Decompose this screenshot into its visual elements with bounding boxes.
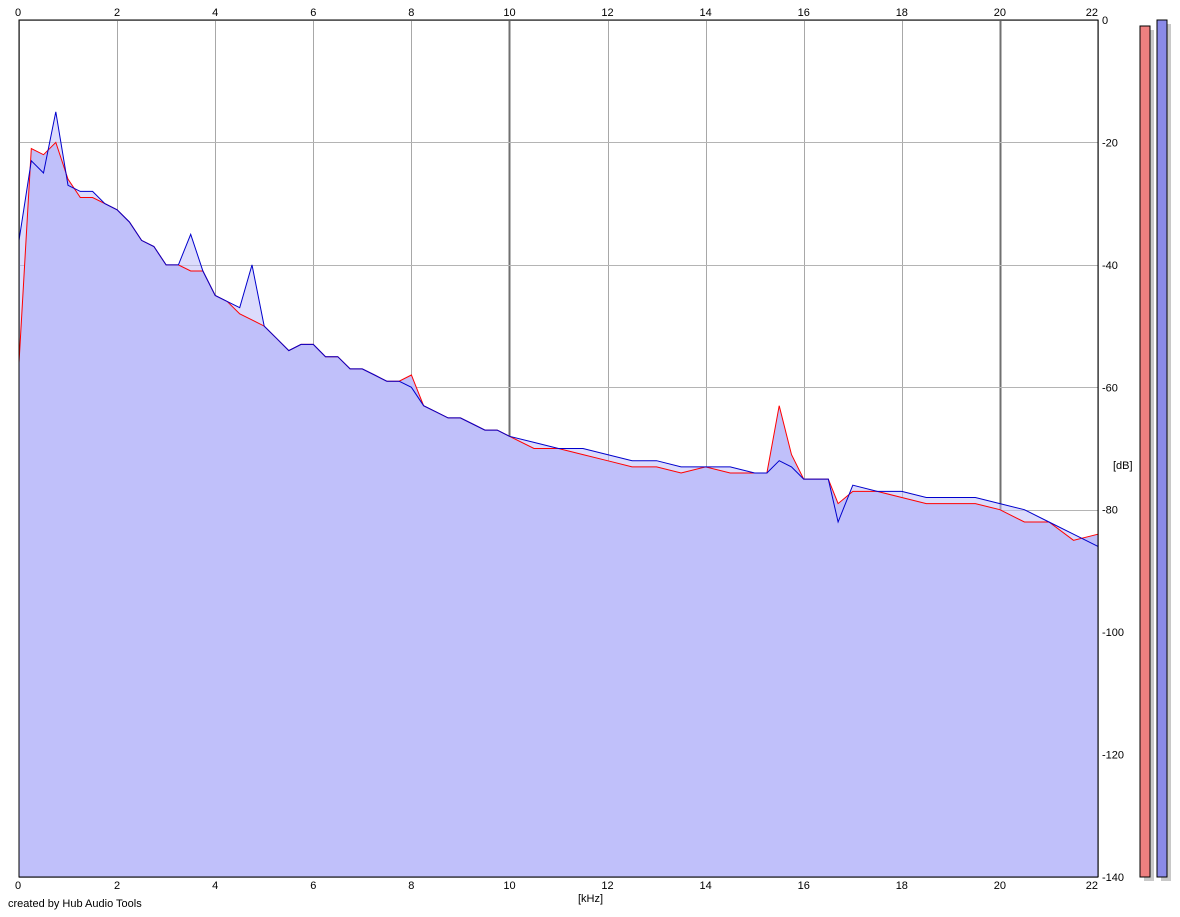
x-tick-label: 0: [15, 7, 21, 19]
y-tick-label: 0: [1102, 15, 1108, 27]
x-tick-label: 14: [700, 7, 712, 19]
x-tick-label: 20: [994, 7, 1006, 19]
credit-text: created by Hub Audio Tools: [8, 898, 142, 910]
y-tick-label: -100: [1102, 627, 1124, 639]
x-tick-label: 10: [503, 7, 515, 19]
x-tick-label: 16: [798, 880, 810, 892]
x-tick-label: 6: [310, 7, 316, 19]
y-tick-label: -40: [1102, 260, 1118, 272]
x-axis-label: [kHz]: [578, 893, 603, 905]
level-meters: [1139, 19, 1171, 881]
y-tick-labels: 0 -20 -40 -60 -80 -100 -120 -140: [1102, 15, 1124, 884]
x-tick-labels-bottom: 0 2 4 6 8 10 12 14 16 18 20 22: [15, 880, 1098, 892]
x-tick-label: 4: [212, 7, 218, 19]
meter-left: [1139, 25, 1151, 878]
y-axis-label: [dB]: [1113, 460, 1133, 472]
x-tick-label: 18: [896, 880, 908, 892]
x-tick-label: 16: [798, 7, 810, 19]
x-tick-label: 6: [310, 880, 316, 892]
x-tick-label: 22: [1086, 880, 1098, 892]
y-tick-label: -20: [1102, 137, 1118, 149]
x-tick-label: 18: [896, 7, 908, 19]
y-tick-label: -80: [1102, 505, 1118, 517]
x-tick-label: 12: [601, 880, 613, 892]
x-tick-label: 10: [503, 880, 515, 892]
spectrum-chart: 0 2 4 6 8 10 12 14 16 18 20 22 0 2 4 6 8 10 12 14 16 18 20 22 …: [15, 7, 1171, 905]
x-tick-label: 8: [408, 7, 414, 19]
y-tick-label: -120: [1102, 750, 1124, 762]
x-tick-label: 4: [212, 880, 218, 892]
meter-right: [1156, 19, 1168, 878]
x-tick-label: 0: [15, 880, 21, 892]
x-tick-label: 8: [408, 880, 414, 892]
x-tick-label: 2: [114, 880, 120, 892]
x-tick-label: 22: [1086, 7, 1098, 19]
x-tick-label: 14: [700, 880, 712, 892]
x-tick-label: 12: [601, 7, 613, 19]
x-tick-label: 20: [994, 880, 1006, 892]
x-tick-label: 2: [114, 7, 120, 19]
x-tick-labels-top: 0 2 4 6 8 10 12 14 16 18 20 22: [15, 7, 1098, 19]
y-tick-label: -140: [1102, 872, 1124, 884]
y-tick-label: -60: [1102, 382, 1118, 394]
